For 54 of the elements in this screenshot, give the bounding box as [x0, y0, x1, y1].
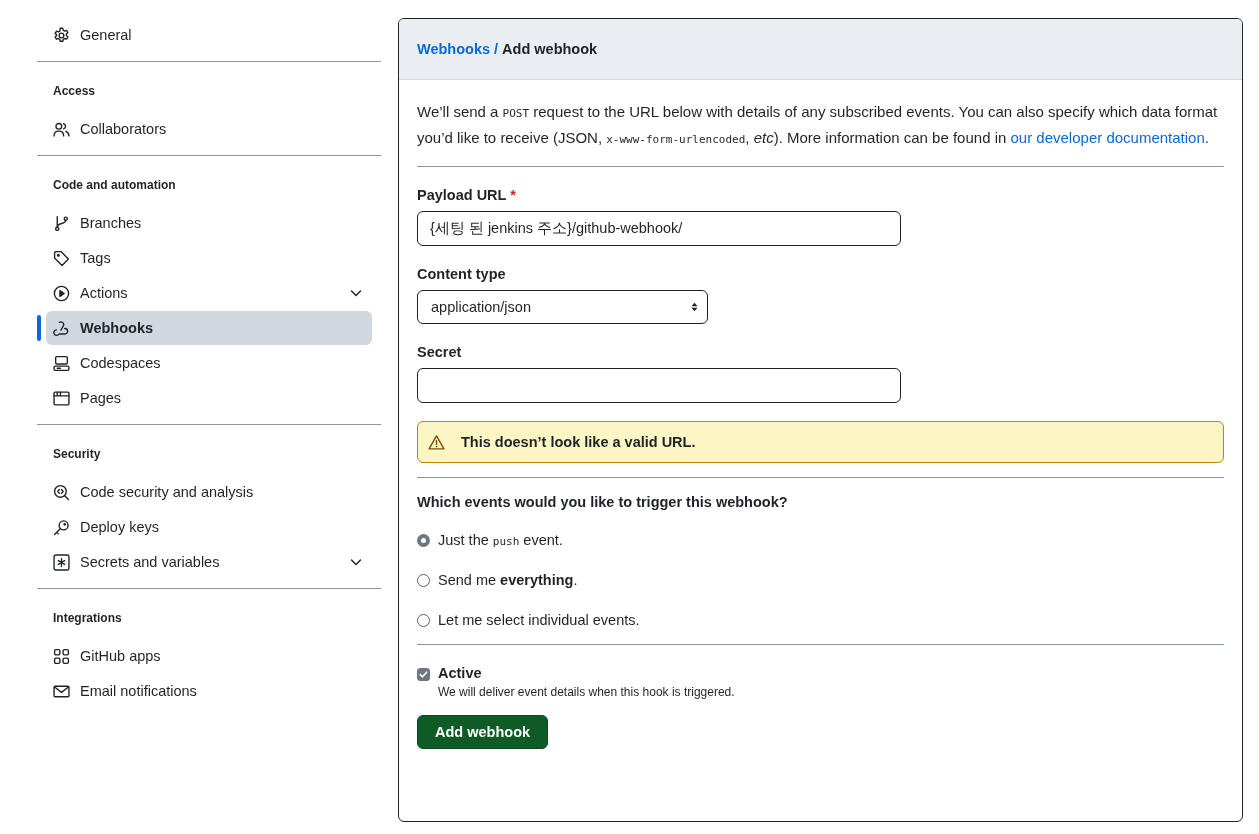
content-type-select[interactable]: application/json [417, 290, 708, 324]
breadcrumb-separator: / [494, 41, 499, 57]
field-label: Secret [417, 344, 462, 360]
sidebar-item[interactable]: Actions [46, 276, 372, 310]
secret-field[interactable] [417, 368, 901, 403]
sidebar-item[interactable]: GitHub apps [46, 639, 372, 673]
active-checkbox[interactable] [417, 668, 430, 681]
section-heading: Access [52, 83, 97, 100]
active-indicator [37, 315, 41, 341]
radio-label: Let me select individual events. [438, 612, 640, 628]
sidebar-item[interactable]: Collaborators [46, 112, 372, 146]
apps-icon [53, 647, 70, 665]
browser-icon [53, 389, 70, 407]
checkbox-description: We will deliver event details when this hook is triggered. [438, 685, 735, 699]
gear-icon [53, 26, 70, 44]
branch-icon [53, 214, 70, 232]
section-heading: Security [52, 446, 102, 463]
checkbox-label: Active [438, 665, 483, 681]
sidebar-item[interactable]: Code security and analysis [46, 475, 372, 509]
sidebar-item[interactable]: General [46, 18, 372, 52]
section-heading: Integrations [52, 610, 123, 627]
radio-label: Send me everything. [438, 572, 578, 588]
intro-paragraph: We’ll send a POST request to the URL below with details of any subscribed events. You can also specify which data format you’d like to receive (JSON, x-www-form-urlencoded, etc). More information can be found in our developer documentation. [417, 102, 1219, 148]
play-icon [53, 284, 70, 302]
radio-button[interactable] [417, 533, 430, 547]
warning-text: This doesn’t look like a valid URL. [461, 434, 696, 450]
webhook-icon [53, 319, 70, 337]
codespaces-icon [53, 354, 70, 372]
required-mark: * [510, 187, 516, 203]
documentation-link[interactable]: our developer documentation [1010, 129, 1205, 146]
radio-label: Just the push event. [438, 532, 563, 548]
field-label: Content type [417, 266, 506, 282]
field-label: Payload URL [417, 187, 507, 203]
key-icon [53, 518, 70, 536]
people-icon [53, 120, 70, 138]
sidebar-item[interactable]: Pages [46, 381, 372, 415]
asterisk-icon [53, 553, 70, 571]
breadcrumb-link[interactable]: Webhooks [417, 41, 491, 57]
payload-url-field[interactable]: {세팅 된 jenkins 주소}/github-webhook/ [417, 211, 901, 246]
sidebar-item[interactable]: Branches [46, 206, 372, 240]
up-down-caret-icon [690, 301, 699, 313]
sidebar-item[interactable]: Codespaces [46, 346, 372, 380]
tag-icon [53, 249, 70, 267]
mail-icon [53, 682, 70, 700]
sidebar-item[interactable]: Secrets and variables [46, 545, 372, 579]
sidebar-item[interactable]: Email notifications [46, 674, 372, 708]
warning-icon [428, 433, 445, 451]
page-title: Add webhook [502, 41, 598, 57]
add-webhook-button[interactable]: Add webhook [417, 715, 549, 749]
sidebar-item[interactable]: Tags [46, 241, 372, 275]
sidebar-item[interactable]: Deploy keys [46, 510, 372, 544]
codescan-icon [53, 483, 70, 501]
events-question: Which events would you like to trigger this webhook? [417, 494, 789, 510]
section-heading: Code and automation [52, 177, 177, 194]
